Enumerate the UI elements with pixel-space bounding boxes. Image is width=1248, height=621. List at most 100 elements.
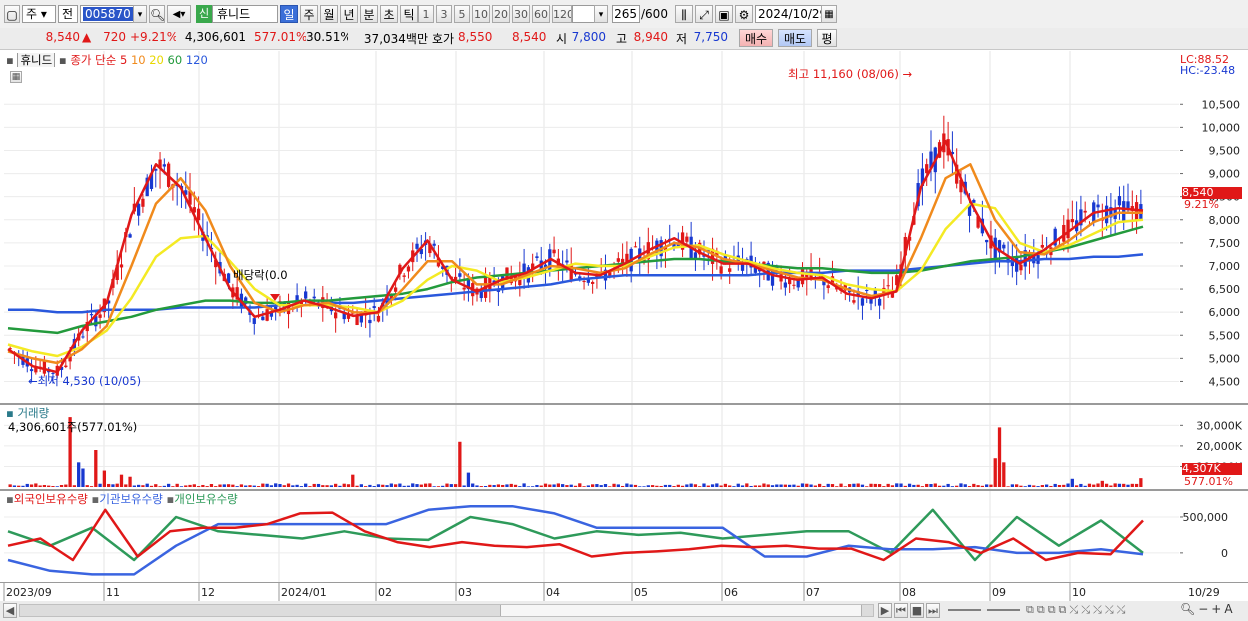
- hoga-label: 호가: [432, 32, 455, 46]
- volume-bar: [184, 485, 188, 487]
- date-input[interactable]: 2024/10/29: [755, 5, 825, 23]
- interval-button-0[interactable]: 1: [418, 5, 434, 23]
- volume-bar: [770, 485, 775, 487]
- legend-ma10: 10: [130, 53, 146, 67]
- volume-bar: [1023, 486, 1027, 487]
- zoom-slider[interactable]: [948, 609, 1020, 611]
- volume-bar: [963, 484, 967, 487]
- calendar-icon[interactable]: ▦: [821, 5, 837, 23]
- interval-button-1[interactable]: 3: [436, 5, 452, 23]
- volume-bar: [406, 485, 411, 487]
- volume-bar: [1139, 478, 1143, 487]
- candle-icon[interactable]: ⫼: [675, 5, 693, 23]
- period-button-0[interactable]: 일: [280, 5, 298, 23]
- y-tick-label: 6,000: [1209, 306, 1241, 319]
- volume-bar: [89, 486, 94, 487]
- y-tick-label: 30,000K: [1196, 419, 1242, 432]
- forward-icon[interactable]: ⏭: [926, 603, 940, 618]
- count-input[interactable]: 265: [612, 5, 640, 23]
- volume-bar: [42, 485, 47, 487]
- market2-select[interactable]: 전: [58, 5, 78, 23]
- zoom-controls[interactable]: 🔍︎−+A: [1180, 602, 1246, 619]
- candle-body: [590, 281, 595, 284]
- x-tick-label: 03: [458, 586, 472, 599]
- stop-icon[interactable]: ■: [910, 603, 924, 618]
- candle-body: [196, 208, 201, 221]
- candle-body: [565, 260, 569, 263]
- period-button-6[interactable]: 틱: [400, 5, 418, 23]
- period-button-4[interactable]: 분: [360, 5, 378, 23]
- search-icon[interactable]: 🔍︎: [149, 5, 165, 23]
- volume-bar: [51, 486, 55, 487]
- volume-bar: [85, 485, 89, 487]
- candle-body: [304, 291, 308, 299]
- candle-body: [728, 268, 732, 272]
- volume-bar: [141, 485, 145, 487]
- candle-body: [783, 282, 788, 288]
- volume-bar: [372, 486, 376, 487]
- period-button-1[interactable]: 주: [300, 5, 318, 23]
- bottom-toolbar: ◀ ▶ ⏮ ■ ⏭ ⧉⧉⧉⧉⤯⤯⤯⤯⤯ 🔍︎−+A: [0, 601, 1248, 621]
- interval-button-4[interactable]: 20: [492, 5, 510, 23]
- candle-body: [402, 275, 406, 277]
- draw-tool-icon[interactable]: ⤢: [695, 5, 713, 23]
- up-arrow-icon: ▲: [82, 30, 92, 44]
- scrollbar-thumb[interactable]: [500, 605, 862, 616]
- volume-pane[interactable]: ▪ 거래량 4,306,601주(577.01%): [4, 405, 1179, 489]
- scroll-left-icon[interactable]: ◀: [3, 603, 17, 618]
- market-select[interactable]: 주 ▾: [22, 5, 56, 23]
- holdings-pane[interactable]: ▪외국인보유수량 ▪기관보유수량 ▪개인보유수량: [4, 491, 1179, 582]
- volume-bar: [612, 483, 616, 487]
- period-button-3[interactable]: 년: [340, 5, 358, 23]
- volume-bar: [265, 483, 269, 487]
- quote-bar: 8,540 ▲ 720 +9.21% 4,306,601 577.01% 30.…: [0, 28, 1248, 50]
- scrollbar-track[interactable]: [19, 604, 874, 617]
- ask-price: 8,550: [458, 30, 492, 44]
- grid-toggle-icon[interactable]: ▦: [10, 71, 22, 83]
- volume-bar: [34, 483, 38, 487]
- volume-bar: [685, 484, 689, 487]
- volume-bar: [368, 484, 372, 487]
- volume-bar: [1053, 483, 1057, 487]
- volume-bar: [214, 486, 218, 487]
- volume-bar: [796, 485, 800, 487]
- volume-bar: [94, 450, 98, 487]
- layout-icon[interactable]: ▢: [4, 5, 20, 23]
- volume-bar: [912, 484, 916, 487]
- scroll-right-icon[interactable]: ▶: [878, 603, 892, 618]
- rewind-icon[interactable]: ⏮: [894, 603, 908, 618]
- volume-bar: [830, 484, 835, 487]
- price-pane[interactable]: ▪ 휴니드 ▪ 종가 단순 5 10 20 60 120 ▦ 최고 11,160…: [4, 51, 1179, 403]
- interval-button-5[interactable]: 30: [512, 5, 530, 23]
- interval-button-3[interactable]: 10: [472, 5, 490, 23]
- volume-bar: [419, 484, 423, 487]
- volume-bar: [869, 483, 873, 487]
- save-icon[interactable]: ▣: [715, 5, 733, 23]
- chart-tools-icons[interactable]: ⧉⧉⧉⧉⤯⤯⤯⤯⤯: [1026, 603, 1176, 618]
- volume-bar: [501, 484, 505, 487]
- low-label: 저: [676, 32, 688, 46]
- buy-button[interactable]: 매수: [739, 29, 773, 47]
- interval-button-7[interactable]: 120: [552, 5, 572, 23]
- x-tick-label: 06: [724, 586, 738, 599]
- volume-bar: [192, 484, 196, 487]
- candle-body: [89, 314, 94, 316]
- sell-button[interactable]: 매도: [778, 29, 812, 47]
- interval-dropdown-icon[interactable]: ▾: [594, 5, 608, 23]
- volume-bar: [642, 486, 646, 487]
- interval-button-6[interactable]: 60: [532, 5, 550, 23]
- eval-button[interactable]: 평: [817, 29, 837, 47]
- interval-button-2[interactable]: 5: [454, 5, 470, 23]
- gear-icon[interactable]: ⚙: [735, 5, 753, 23]
- volume-bar: [282, 485, 286, 487]
- period-button-5[interactable]: 초: [380, 5, 398, 23]
- period-button-2[interactable]: 월: [320, 5, 338, 23]
- bid-price: 8,540: [512, 30, 546, 44]
- volume-bar: [1062, 484, 1066, 487]
- volume-bar: [102, 470, 107, 487]
- zoom-slider-handle[interactable]: [980, 609, 988, 611]
- volume-bar: [629, 484, 633, 487]
- code-dropdown-icon[interactable]: ▾: [133, 5, 147, 23]
- speaker-icon[interactable]: ◀▾: [167, 5, 191, 23]
- ma5-line: [7, 139, 1144, 374]
